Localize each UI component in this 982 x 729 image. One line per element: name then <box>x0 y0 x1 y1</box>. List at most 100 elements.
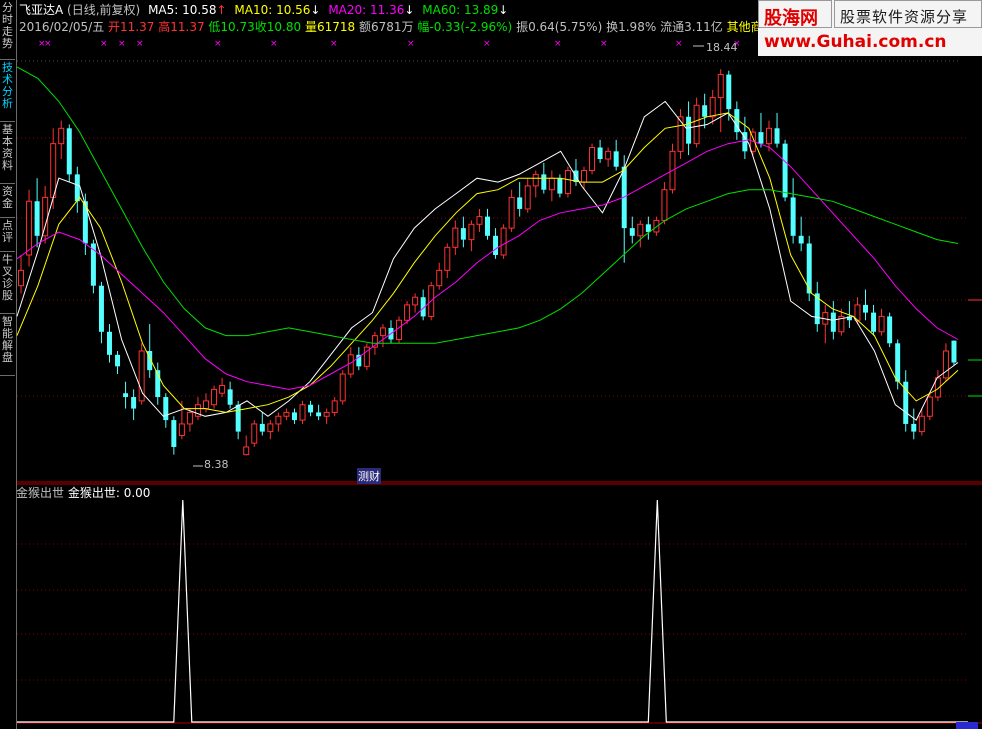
candle-down <box>645 224 651 232</box>
change-value: 幅-0.33(-2.96%) <box>417 20 513 34</box>
candle-down <box>485 216 490 236</box>
candle-down <box>790 197 796 236</box>
candle-down <box>871 312 877 332</box>
candle-up <box>396 319 403 340</box>
site-slogan: 股票软件资源分享 <box>840 8 969 26</box>
chart-header-row2: 2016/02/05/五 开11.37 高11.37 低10.73收10.80 … <box>19 20 775 34</box>
candle-down <box>66 128 72 175</box>
signal-marker: × <box>118 39 126 49</box>
candle-up <box>178 423 185 436</box>
candle-up <box>476 216 483 225</box>
candle-up <box>58 127 65 145</box>
event-marker[interactable]: 测财 <box>357 468 381 484</box>
float-cap-value: 流通3.11亿 <box>660 20 723 34</box>
candle-up <box>299 404 306 421</box>
candle-up <box>138 350 145 402</box>
candle-up <box>532 173 539 187</box>
ma-line-ma20 <box>16 139 959 390</box>
signal-marker: × <box>554 39 562 49</box>
candle-up <box>661 189 668 221</box>
signal-marker: × <box>100 39 108 49</box>
site-name: 股海网 <box>764 8 818 29</box>
signal-marker: × <box>44 39 52 49</box>
candle-down <box>686 116 692 144</box>
candle-up <box>564 170 571 195</box>
candle-up <box>243 446 250 456</box>
candle-up <box>581 170 588 183</box>
candle-down <box>163 397 169 421</box>
candle-up <box>404 304 411 321</box>
candle-up <box>323 411 330 417</box>
volume-value: 量61718 <box>304 20 356 34</box>
signal-marker: × <box>675 39 683 49</box>
candle-down <box>235 404 241 432</box>
candle-up <box>275 415 282 425</box>
signal-marker: × <box>270 39 278 49</box>
scroll-indicator <box>956 722 978 729</box>
candle-down <box>493 235 499 255</box>
candle-up <box>942 350 949 379</box>
watermark-logo: 股海网 股票软件资源分享 www.Guhai.com.cn <box>758 0 982 56</box>
candle-up <box>766 127 772 145</box>
candle-down <box>887 316 893 344</box>
arrow-down-icon: ↓ <box>498 3 509 17</box>
candle-up <box>339 373 346 402</box>
candle-down <box>541 174 547 190</box>
candle-up <box>42 196 49 237</box>
chart-header-row1: 飞亚达A (日线,前复权) MA5: 10.58↑ MA10: 10.56↓ M… <box>19 3 508 17</box>
candle-up <box>219 385 226 394</box>
candle-down <box>517 197 523 209</box>
arrow-down-icon: ↓ <box>404 3 415 17</box>
candle-up <box>637 223 644 237</box>
candle-up <box>589 147 596 172</box>
stock-name: 飞亚达A <box>19 3 64 17</box>
candle-up <box>50 143 57 198</box>
candle-down <box>291 412 297 421</box>
indicator-line <box>17 499 968 723</box>
open-price: 开11.37 <box>108 20 155 34</box>
candle-down <box>613 151 619 167</box>
candle-down <box>34 201 40 236</box>
amplitude-value: 振0.64(5.75%) <box>516 20 603 34</box>
candle-down <box>951 340 957 363</box>
arrow-down-icon: ↓ <box>310 3 321 17</box>
candle-down <box>356 354 362 367</box>
indicator-value: 金猴出世: 0.00 <box>67 486 151 500</box>
candle-up <box>878 315 885 333</box>
candle-down <box>259 423 265 432</box>
candle-up <box>412 296 419 306</box>
candle-down <box>308 404 314 413</box>
candle-up <box>508 196 515 229</box>
candle-up <box>717 74 724 99</box>
candle-up <box>444 246 451 271</box>
bar-date: 2016/02/05/五 <box>19 20 105 34</box>
candle-up <box>267 423 274 433</box>
candle-down <box>782 143 788 198</box>
amount-value: 额6781万 <box>358 20 414 34</box>
candle-down <box>171 420 177 447</box>
candle-up <box>331 400 338 413</box>
candle-up <box>709 97 716 118</box>
candle-up <box>677 116 684 152</box>
high-price: 高11.37 <box>158 20 205 34</box>
ma60-value: MA60: 13.89 <box>422 3 499 17</box>
candle-down <box>106 331 112 355</box>
candle-up <box>918 415 925 433</box>
arrow-up-icon: ↑ <box>216 3 227 17</box>
stock-chart[interactable]: ×× × × × × × × × × × × × × <box>0 0 982 729</box>
site-url: www.Guhai.com.cn <box>764 32 947 52</box>
low-price-label: 8.38 <box>204 458 229 471</box>
candle-up <box>18 269 25 287</box>
ma10-value: MA10: 10.56 <box>234 3 311 17</box>
signal-marker: × <box>407 39 415 49</box>
candle-up <box>926 396 933 417</box>
candle-up <box>452 227 459 248</box>
candle-down <box>557 178 563 194</box>
candle-up <box>605 150 612 160</box>
candle-down <box>123 393 129 398</box>
signal-marker: × <box>214 39 222 49</box>
candle-down <box>227 389 233 405</box>
ma20-value: MA20: 11.36 <box>328 3 405 17</box>
candle-up <box>524 185 531 210</box>
low-price: 低10.73 <box>208 20 255 34</box>
